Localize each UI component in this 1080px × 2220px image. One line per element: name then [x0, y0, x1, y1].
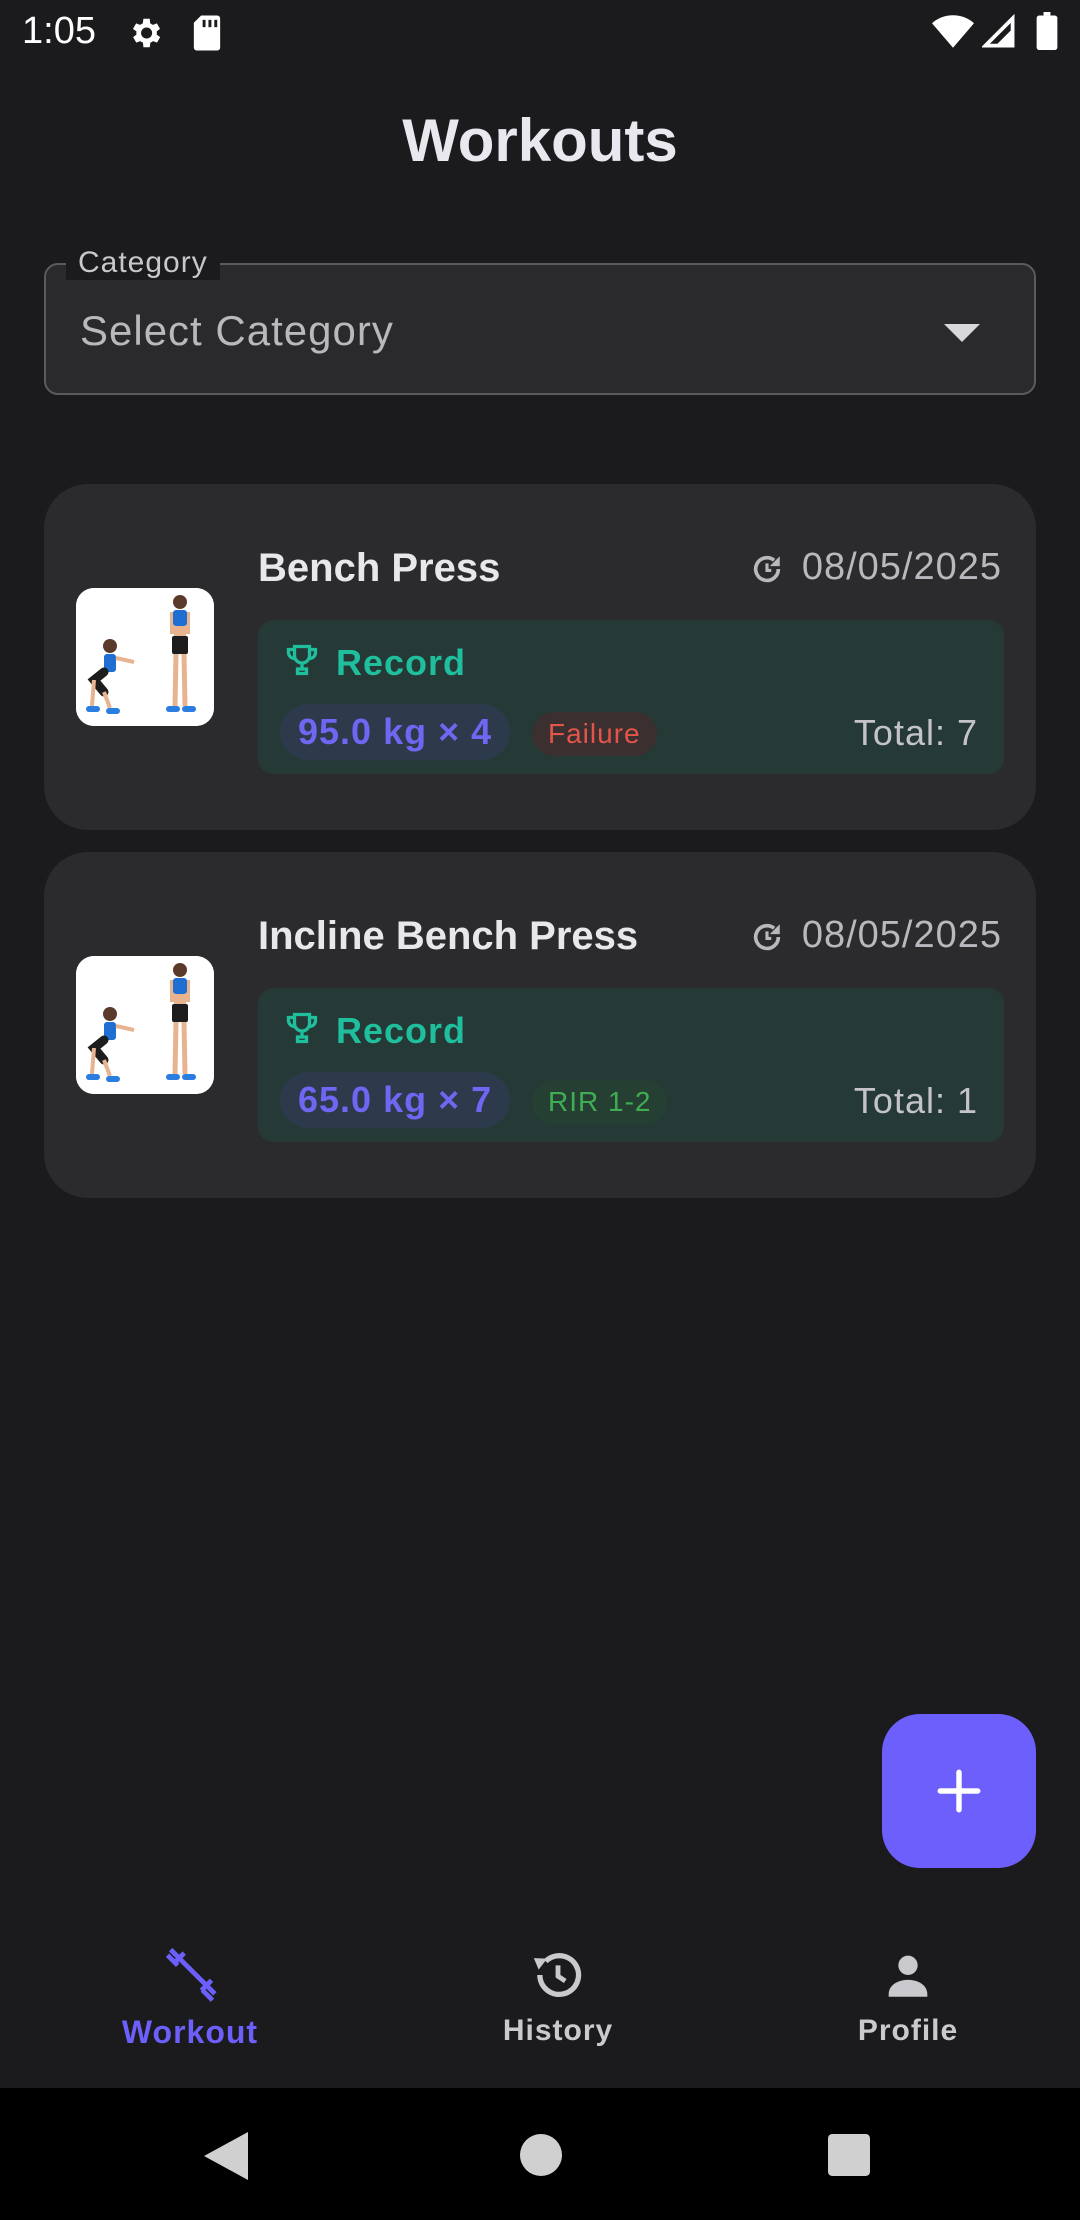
category-label: Category [66, 246, 220, 280]
exercise-name: Incline Bench Press [258, 914, 639, 958]
squat-illustration-icon [76, 956, 214, 1094]
nav-label: Profile [857, 2014, 959, 2047]
dropdown-arrow-icon [944, 324, 980, 342]
exercise-date: 08/05/2025 [801, 914, 1002, 956]
workout-card[interactable]: Incline Bench Press 08/05/2025 Record 65… [44, 852, 1036, 1198]
add-workout-button[interactable] [882, 1714, 1036, 1868]
history-icon [753, 923, 781, 951]
intensity-badge: Failure [532, 712, 657, 756]
nav-label: History [502, 2014, 614, 2047]
record-label: Record [336, 1010, 467, 1051]
history-icon [753, 555, 781, 583]
system-navigation-bar [0, 2088, 1080, 2220]
category-dropdown[interactable]: Select Category [44, 263, 1036, 395]
category-select-value: Select Category [80, 307, 394, 354]
exercise-name: Bench Press [258, 546, 501, 590]
record-label: Record [336, 642, 467, 683]
workout-card[interactable]: Bench Press 08/05/2025 Record 95.0 kg × … [44, 484, 1036, 830]
plus-icon [937, 1769, 981, 1813]
workouts-screen: 1:05 Workouts Select Category Category B… [0, 0, 1080, 2220]
total-sets: Total: 7 [853, 712, 978, 753]
status-time: 1:05 [22, 10, 96, 52]
exercise-thumbnail [76, 956, 214, 1094]
record-box: Record 65.0 kg × 7 RIR 1-2 Total: 1 [258, 988, 1004, 1142]
nav-item-history[interactable]: History [438, 1946, 678, 2076]
record-weight-reps: 95.0 kg × 4 [280, 704, 511, 760]
recents-icon[interactable] [828, 2134, 870, 2176]
exercise-thumbnail [76, 588, 214, 726]
nav-item-profile[interactable]: Profile [788, 1946, 1028, 2076]
nav-label: Workout [121, 2014, 259, 2050]
bottom-navigation: Workout History Profile [0, 1906, 1080, 2088]
intensity-badge: RIR 1-2 [532, 1080, 668, 1124]
page-title: Workouts [402, 107, 678, 174]
record-box: Record 95.0 kg × 4 Failure Total: 7 [258, 620, 1004, 774]
nav-item-workout[interactable]: Workout [70, 1946, 310, 2076]
battery-icon [1036, 12, 1058, 50]
exercise-date: 08/05/2025 [801, 546, 1002, 588]
wifi-icon [932, 15, 974, 48]
trophy-icon [286, 644, 318, 676]
history-icon [533, 1953, 582, 1997]
record-weight-reps: 65.0 kg × 7 [280, 1072, 511, 1128]
dumbbell-icon [165, 1947, 217, 2002]
back-icon[interactable] [204, 2132, 248, 2180]
home-icon[interactable] [520, 2134, 562, 2176]
status-bar: 1:05 [0, 0, 1080, 66]
trophy-icon [286, 1012, 318, 1044]
person-icon [888, 1955, 928, 1997]
sd-card-icon [193, 15, 221, 51]
gear-icon [132, 18, 161, 48]
signal-icon [982, 14, 1015, 48]
total-sets: Total: 1 [853, 1080, 978, 1121]
squat-illustration-icon [76, 588, 214, 726]
